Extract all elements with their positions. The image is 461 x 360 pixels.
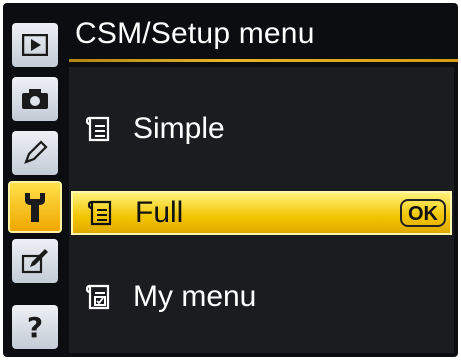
camera-icon bbox=[22, 89, 48, 109]
wrench-icon bbox=[25, 193, 45, 222]
menu-item-simple[interactable]: Simple bbox=[71, 107, 452, 151]
menu-item-label: Full bbox=[135, 196, 184, 229]
tab-retouch[interactable] bbox=[12, 239, 58, 283]
menu-item-full[interactable]: Full OK bbox=[71, 191, 452, 235]
help-icon: ? bbox=[26, 310, 44, 344]
tab-custom-settings[interactable] bbox=[12, 131, 58, 175]
title-divider bbox=[69, 59, 458, 62]
menu-tab-strip: ? bbox=[8, 23, 62, 349]
menu-item-label: Simple bbox=[133, 112, 225, 145]
pencil-icon bbox=[24, 140, 48, 164]
tab-setup[interactable] bbox=[8, 181, 62, 233]
menu-list-icon bbox=[85, 115, 129, 143]
my-menu-icon bbox=[85, 283, 129, 311]
retouch-icon bbox=[21, 249, 48, 274]
ok-badge: OK bbox=[400, 199, 446, 227]
menu-item-my-menu[interactable]: My menu bbox=[71, 275, 452, 319]
page-title: CSM/Setup menu bbox=[75, 17, 315, 50]
camera-menu-screen: ? CSM/Setup menu Simple Full OK My menu bbox=[3, 3, 458, 357]
tab-playback[interactable] bbox=[12, 23, 58, 67]
playback-icon bbox=[22, 34, 48, 56]
tab-help[interactable]: ? bbox=[12, 305, 58, 349]
menu-item-label: My menu bbox=[133, 280, 257, 313]
menu-list-icon bbox=[87, 199, 131, 227]
tab-shooting[interactable] bbox=[12, 77, 58, 121]
